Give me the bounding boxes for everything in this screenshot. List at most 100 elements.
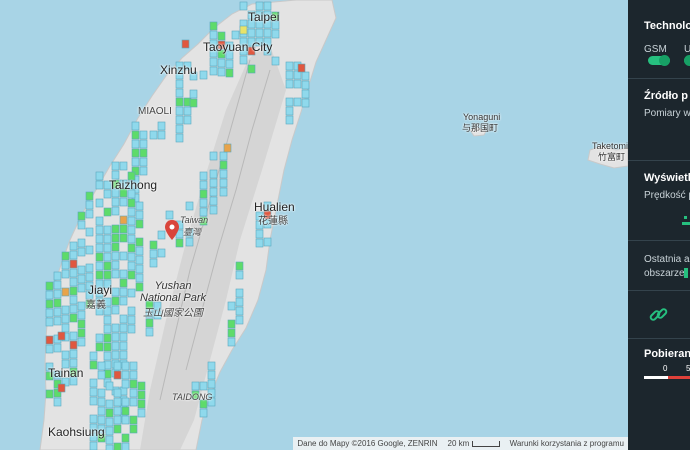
signal-tile[interactable]: [255, 229, 264, 239]
signal-tile[interactable]: [105, 408, 114, 418]
map-area[interactable]: Taipei Taoyuan City Xinzhu MIAOLI Taizho…: [0, 0, 628, 450]
signal-tile[interactable]: [97, 370, 106, 380]
signal-tile[interactable]: [119, 224, 128, 234]
signal-tile[interactable]: [271, 56, 280, 66]
signal-tile[interactable]: [145, 327, 154, 337]
signal-tile[interactable]: [165, 210, 174, 220]
signal-tile[interactable]: [111, 224, 120, 234]
signal-tile[interactable]: [127, 225, 136, 235]
signal-tile[interactable]: [97, 415, 106, 425]
signal-tile[interactable]: [175, 79, 184, 89]
signal-tile[interactable]: [61, 305, 70, 315]
signal-tile[interactable]: [111, 305, 120, 315]
signal-tile[interactable]: [103, 252, 112, 262]
signal-tile[interactable]: [219, 151, 228, 161]
signal-tile[interactable]: [53, 298, 62, 308]
signal-tile[interactable]: [199, 408, 208, 418]
signal-tile[interactable]: [217, 67, 226, 77]
signal-tile[interactable]: [69, 250, 78, 260]
signal-tile[interactable]: [97, 361, 106, 371]
signal-tile[interactable]: [69, 331, 78, 341]
signal-tile[interactable]: [121, 379, 130, 389]
signal-tile[interactable]: [61, 323, 70, 333]
signal-tile[interactable]: [175, 97, 184, 107]
signal-tile[interactable]: [301, 71, 310, 81]
signal-tile[interactable]: [209, 30, 218, 40]
signal-tile[interactable]: [85, 227, 94, 237]
signal-tile[interactable]: [89, 378, 98, 388]
signal-tile[interactable]: [235, 270, 244, 280]
signal-tile[interactable]: [113, 415, 122, 425]
signal-tile[interactable]: [239, 55, 248, 65]
signal-tile[interactable]: [121, 397, 130, 407]
signal-tile[interactable]: [127, 252, 136, 262]
signal-tile[interactable]: [97, 406, 106, 416]
signal-tile[interactable]: [113, 442, 122, 450]
signal-tile[interactable]: [129, 424, 138, 434]
signal-tile[interactable]: [209, 196, 218, 206]
signal-tile[interactable]: [199, 180, 208, 190]
signal-tile[interactable]: [137, 399, 146, 409]
signal-tile[interactable]: [113, 361, 122, 371]
signal-tile[interactable]: [127, 306, 136, 316]
signal-tile[interactable]: [61, 260, 70, 270]
signal-tile[interactable]: [139, 139, 148, 149]
signal-tile[interactable]: [127, 216, 136, 226]
signal-tile[interactable]: [121, 361, 130, 371]
signal-tile[interactable]: [103, 234, 112, 244]
signal-tile[interactable]: [235, 297, 244, 307]
signal-tile[interactable]: [45, 281, 54, 291]
signal-tile[interactable]: [285, 106, 294, 116]
signal-tile[interactable]: [85, 200, 94, 210]
signal-tile[interactable]: [103, 333, 112, 343]
signal-tile[interactable]: [111, 206, 120, 216]
signal-tile[interactable]: [285, 115, 294, 125]
signal-tile[interactable]: [89, 414, 98, 424]
signal-tile[interactable]: [135, 210, 144, 220]
signal-tile[interactable]: [95, 261, 104, 271]
signal-tile[interactable]: [255, 238, 264, 248]
signal-tile[interactable]: [139, 130, 148, 140]
signal-tile[interactable]: [85, 209, 94, 219]
signal-tile[interactable]: [77, 274, 86, 284]
signal-tile[interactable]: [103, 315, 112, 325]
signal-tile[interactable]: [227, 337, 236, 347]
signal-tile[interactable]: [85, 272, 94, 282]
signal-tile[interactable]: [95, 243, 104, 253]
signal-tile[interactable]: [285, 79, 294, 89]
signal-tile[interactable]: [263, 28, 272, 38]
signal-tile[interactable]: [145, 318, 154, 328]
signal-tile[interactable]: [127, 243, 136, 253]
signal-tile[interactable]: [247, 28, 256, 38]
signal-tile[interactable]: [175, 115, 184, 125]
signal-tile[interactable]: [285, 61, 294, 71]
signal-tile[interactable]: [157, 130, 166, 140]
signal-tile[interactable]: [129, 415, 138, 425]
signal-tile[interactable]: [189, 98, 198, 108]
signal-tile[interactable]: [111, 251, 120, 261]
signal-tile[interactable]: [207, 370, 216, 380]
signal-tile[interactable]: [149, 258, 158, 268]
speed-slider-icon[interactable]: [682, 216, 690, 228]
signal-tile[interactable]: [227, 319, 236, 329]
signal-tile[interactable]: [175, 106, 184, 116]
signal-tile[interactable]: [53, 316, 62, 326]
signal-tile[interactable]: [219, 187, 228, 197]
signal-tile[interactable]: [255, 1, 264, 11]
signal-tile[interactable]: [149, 240, 158, 250]
signal-tile[interactable]: [69, 268, 78, 278]
signal-tile[interactable]: [113, 406, 122, 416]
signal-tile[interactable]: [89, 441, 98, 450]
signal-tile[interactable]: [127, 261, 136, 271]
signal-tile[interactable]: [285, 97, 294, 107]
signal-tile[interactable]: [77, 220, 86, 230]
signal-tile[interactable]: [111, 161, 120, 171]
signal-tile[interactable]: [111, 242, 120, 252]
signal-tile[interactable]: [217, 58, 226, 68]
signal-tile[interactable]: [111, 197, 120, 207]
signal-tile[interactable]: [127, 198, 136, 208]
signal-tile[interactable]: [119, 314, 128, 324]
signal-tile[interactable]: [113, 424, 122, 434]
signal-tile[interactable]: [119, 215, 128, 225]
signal-tile[interactable]: [209, 21, 218, 31]
